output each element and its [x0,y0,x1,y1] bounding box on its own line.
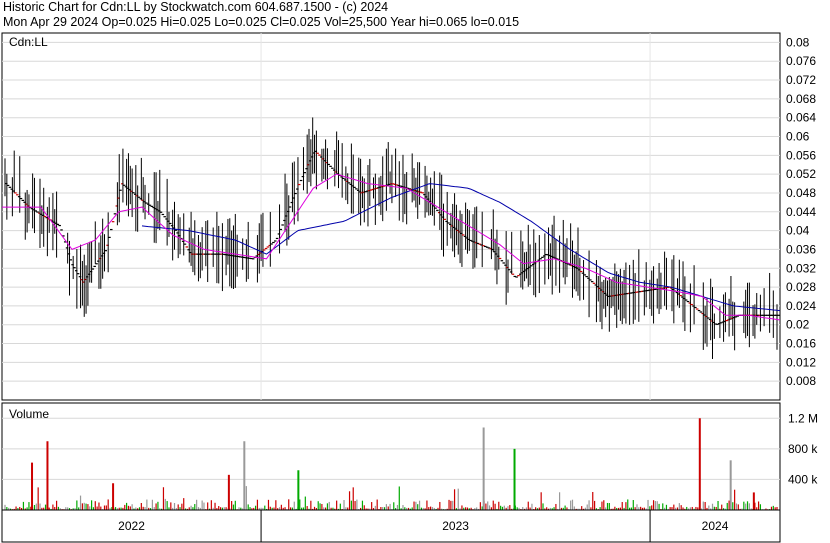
price-tick-label: 0.06 [786,130,810,144]
price-tick-label: 0.02 [786,318,810,332]
year-label: 2024 [702,519,729,533]
price-tick-label: 0.04 [786,224,810,238]
symbol-label: Cdn:LL [9,35,48,49]
price-tick-label: 0.028 [786,280,816,294]
price-tick-label: 0.072 [786,73,816,87]
price-plot-area [1,32,781,401]
volume-plot-area [1,402,781,511]
volume-tick-label: 800 k [788,442,818,456]
price-tick-label: 0.016 [786,337,816,351]
stock-chart: 0.08 0.076 0.072 0.068 0.064 0.06 0.056 0.052 0.… [1,32,818,543]
price-tick-label: 0.048 [786,186,816,200]
price-tick-label: 0.012 [786,355,816,369]
price-tick-label: 0.076 [786,54,816,68]
price-tick-label: 0.044 [786,205,816,219]
price-panel: 0.08 0.076 0.072 0.068 0.064 0.06 0.056 0.052 0.… [1,32,816,401]
price-tick-label: 0.032 [786,261,816,275]
volume-title: Volume [9,407,49,421]
price-tick-label: 0.008 [786,374,816,388]
price-tick-label: 0.052 [786,167,816,181]
volume-panel: 1.2 M 800 k 400 k Volume [1,402,818,511]
price-tick-label: 0.024 [786,299,816,313]
volume-tick-label: 1.2 M [788,411,818,425]
time-axis: 2022 2023 2024 [1,509,781,543]
year-label: 2023 [442,519,469,533]
price-tick-label: 0.036 [786,242,816,256]
price-tick-label: 0.068 [786,92,816,106]
volume-tick-label: 400 k [788,472,818,486]
price-tick-label: 0.064 [786,111,816,125]
price-tick-label: 0.056 [786,148,816,162]
year-label: 2022 [118,519,145,533]
price-tick-label: 0.08 [786,35,810,49]
